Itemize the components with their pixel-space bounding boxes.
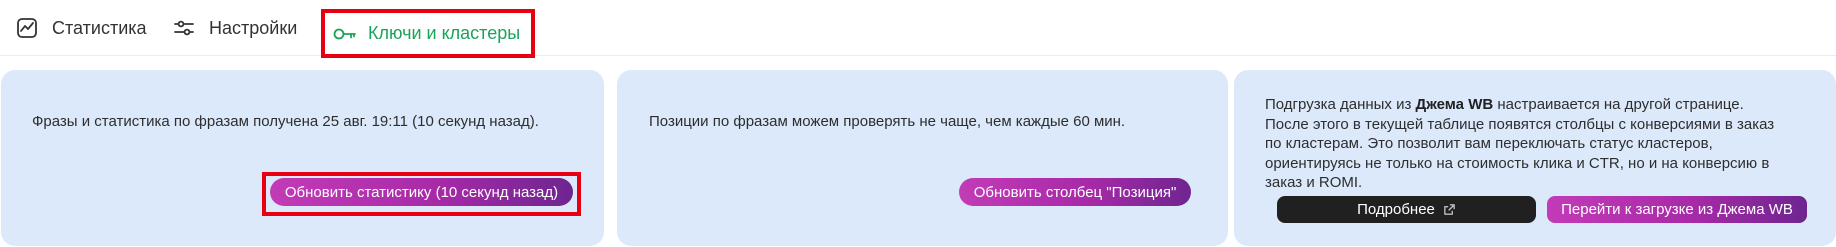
refresh-stats-button[interactable]: Обновить статистику (10 секунд назад): [270, 178, 573, 206]
positions-card: Позиции по фразам можем проверять не чащ…: [617, 70, 1228, 246]
chart-line-icon: [14, 15, 40, 41]
tab-settings-label: Настройки: [209, 17, 298, 38]
jem-text-bold: Джема WB: [1415, 96, 1494, 113]
stats-status-text: Фразы и статистика по фразам получена 25…: [32, 113, 539, 130]
tab-statistics[interactable]: Статистика: [14, 2, 147, 54]
jem-text-before: Подгрузка данных из: [1265, 96, 1416, 113]
tab-settings[interactable]: Настройки: [171, 2, 297, 54]
jem-card: Подгрузка данных из Джема WB настраивает…: [1234, 70, 1836, 246]
tab-keys-clusters-label: Ключи и кластеры: [368, 23, 521, 43]
refresh-position-column-button[interactable]: Обновить столбец "Позиция": [959, 178, 1191, 206]
positions-info-text: Позиции по фразам можем проверять не чащ…: [649, 113, 1126, 130]
more-info-button[interactable]: Подробнее: [1277, 196, 1536, 223]
tab-keys-clusters[interactable]: Ключи и кластеры: [321, 9, 535, 58]
tab-statistics-label: Статистика: [52, 17, 147, 38]
go-to-jem-import-button[interactable]: Перейти к загрузке из Джема WB: [1547, 196, 1807, 223]
key-icon: [332, 21, 358, 47]
more-info-label: Подробнее: [1357, 201, 1435, 218]
sliders-icon: [171, 15, 197, 41]
stats-card: Фразы и статистика по фразам получена 25…: [1, 70, 604, 246]
external-link-icon: [1443, 203, 1456, 216]
jem-info-text: Подгрузка данных из Джема WB настраивает…: [1265, 95, 1785, 193]
top-tabs: Статистика Настройки Ключи и кластеры: [0, 0, 1836, 58]
